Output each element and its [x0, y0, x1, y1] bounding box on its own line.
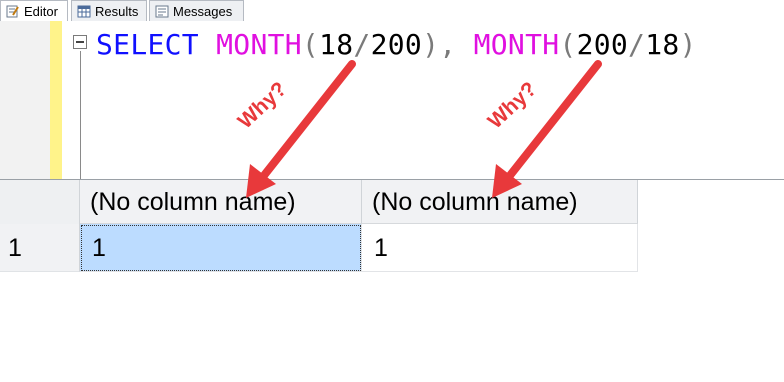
query-editor[interactable]: SELECT MONTH(18/200), MONTH(200/18) — [0, 21, 784, 179]
messages-icon — [155, 5, 169, 18]
tab-results[interactable]: Results — [71, 0, 147, 21]
outline-fold-line — [80, 51, 81, 179]
comma: , — [439, 28, 457, 61]
close-paren: ) — [679, 28, 697, 61]
function-month: MONTH — [473, 28, 560, 61]
number-literal: 200 — [576, 28, 629, 61]
editor-icon — [6, 5, 20, 18]
change-tracking-bar — [50, 21, 62, 179]
tab-messages[interactable]: Messages — [149, 0, 244, 21]
tab-label: Results — [95, 3, 139, 19]
number-literal: 200 — [370, 28, 423, 61]
selection-margin — [0, 21, 50, 179]
number-literal: 18 — [319, 28, 354, 61]
grid-corner-header[interactable] — [0, 180, 80, 224]
grid-cell-selected[interactable]: 1 — [80, 224, 362, 272]
number-literal: 18 — [645, 28, 680, 61]
collapse-minus-icon[interactable] — [73, 35, 87, 49]
tab-label: Editor — [24, 4, 58, 19]
column-header[interactable]: (No column name) — [80, 180, 362, 224]
function-month: MONTH — [216, 28, 302, 61]
tab-label: Messages — [173, 3, 233, 19]
column-header[interactable]: (No column name) — [362, 180, 638, 224]
keyword-select: SELECT — [96, 28, 199, 61]
open-paren: ( — [559, 28, 577, 61]
tab-editor[interactable]: Editor — [0, 0, 68, 22]
sql-code-line[interactable]: SELECT MONTH(18/200), MONTH(200/18) — [96, 28, 697, 62]
results-grid[interactable]: (No column name) (No column name) 1 1 1 — [0, 179, 784, 382]
divide-operator: / — [628, 28, 646, 61]
document-tab-strip: Editor Results Messages — [0, 0, 784, 22]
grid-cell[interactable]: 1 — [362, 224, 638, 272]
open-paren: ( — [301, 28, 320, 61]
grid-icon — [77, 5, 91, 18]
close-paren: ) — [422, 28, 440, 61]
row-number-header[interactable]: 1 — [0, 224, 80, 272]
divide-operator: / — [353, 28, 371, 61]
